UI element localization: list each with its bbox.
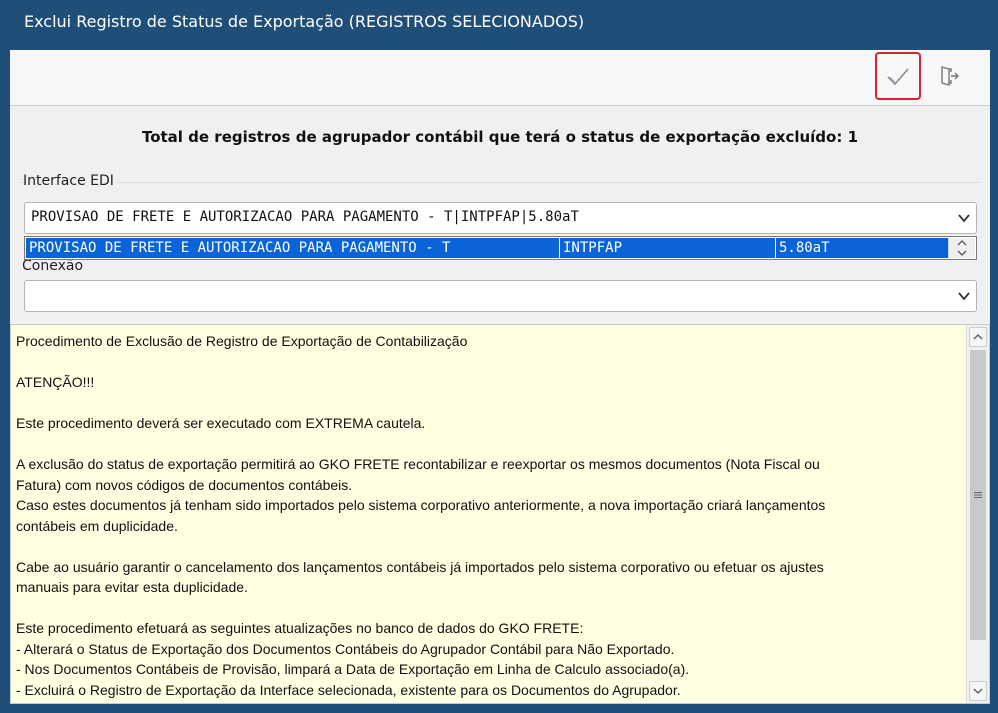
interface-group-border xyxy=(20,182,980,183)
dialog-content: Total de registros de agrupador contábil… xyxy=(10,50,990,704)
dialog-window: Exclui Registro de Status de Exportação … xyxy=(0,0,998,713)
memo-line: - Na existência de Interfaces de Tipo Ta… xyxy=(16,700,956,703)
chevron-down-icon[interactable] xyxy=(957,289,971,303)
dropdown-option-name: PROVISAO DE FRETE E AUTORIZACAO PARA PAG… xyxy=(26,238,560,258)
procedure-info-memo[interactable]: Procedimento de Exclusão de Registro de … xyxy=(10,324,990,704)
chevron-up-icon xyxy=(973,334,983,340)
scroll-down-button[interactable] xyxy=(969,681,987,701)
interface-edi-select[interactable]: PROVISAO DE FRETE E AUTORIZACAO PARA PAG… xyxy=(24,202,977,234)
dropdown-option-version: 5.80aT xyxy=(779,240,830,256)
scroll-down-icon[interactable] xyxy=(949,248,975,258)
scrollbar-thumb[interactable] xyxy=(970,350,986,640)
memo-line xyxy=(16,352,956,373)
interface-edi-value: PROVISAO DE FRETE E AUTORIZACAO PARA PAG… xyxy=(31,209,579,225)
total-records-text: Total de registros de agrupador contábil… xyxy=(141,128,859,146)
chevron-down-icon[interactable] xyxy=(957,211,971,225)
exit-button[interactable] xyxy=(926,52,972,100)
memo-line: - Nos Documentos Contábeis de Provisão, … xyxy=(16,661,690,677)
scroll-up-button[interactable] xyxy=(969,327,987,347)
interface-edi-dropdown-list: PROVISAO DE FRETE E AUTORIZACAO PARA PAG… xyxy=(24,236,977,260)
scroll-up-icon[interactable] xyxy=(949,238,975,248)
memo-line xyxy=(16,536,956,557)
confirm-button[interactable] xyxy=(875,52,921,100)
memo-line: Procedimento de Exclusão de Registro de … xyxy=(16,333,468,349)
connection-label: Conexão xyxy=(22,258,84,274)
memo-line: Este procedimento deverá ser executado c… xyxy=(16,415,426,431)
memo-scrollbar[interactable] xyxy=(966,325,989,703)
memo-line: contábeis em duplicidade. xyxy=(16,517,178,534)
check-icon xyxy=(887,68,909,86)
memo-line: ATENÇÃO!!! xyxy=(16,374,95,390)
memo-line: - Alterará o Status de Exportação dos Do… xyxy=(16,640,675,657)
interface-edi-label: Interface EDI xyxy=(23,173,117,189)
memo-line: Caso estes documentos já tenham sido imp… xyxy=(16,497,826,513)
grip-icon xyxy=(974,492,982,498)
memo-line: manuais para evitar esta duplicidade. xyxy=(16,579,248,595)
chevron-down-icon xyxy=(973,688,983,694)
memo-line: Este procedimento efetuará as seguintes … xyxy=(16,620,584,636)
dropdown-scrollbar[interactable] xyxy=(948,238,975,258)
dropdown-option-code: INTPFAP xyxy=(560,238,776,258)
dropdown-option[interactable]: PROVISAO DE FRETE E AUTORIZACAO PARA PAG… xyxy=(26,238,948,258)
memo-text: Procedimento de Exclusão de Registro de … xyxy=(16,331,956,703)
memo-line xyxy=(16,598,956,619)
memo-line: Fatura) com novos códigos de documentos … xyxy=(16,476,353,493)
toolbar xyxy=(10,50,990,106)
exit-door-icon xyxy=(941,66,959,86)
memo-line: Cabe ao usuário garantir o cancelamento … xyxy=(16,558,824,575)
memo-line: - Excluirá o Registro de Exportação da I… xyxy=(16,681,681,698)
memo-line: A exclusão do status de exportação permi… xyxy=(16,456,820,472)
memo-line xyxy=(16,434,956,455)
memo-line xyxy=(16,393,956,414)
window-title: Exclui Registro de Status de Exportação … xyxy=(0,0,998,44)
connection-select[interactable] xyxy=(24,280,977,312)
